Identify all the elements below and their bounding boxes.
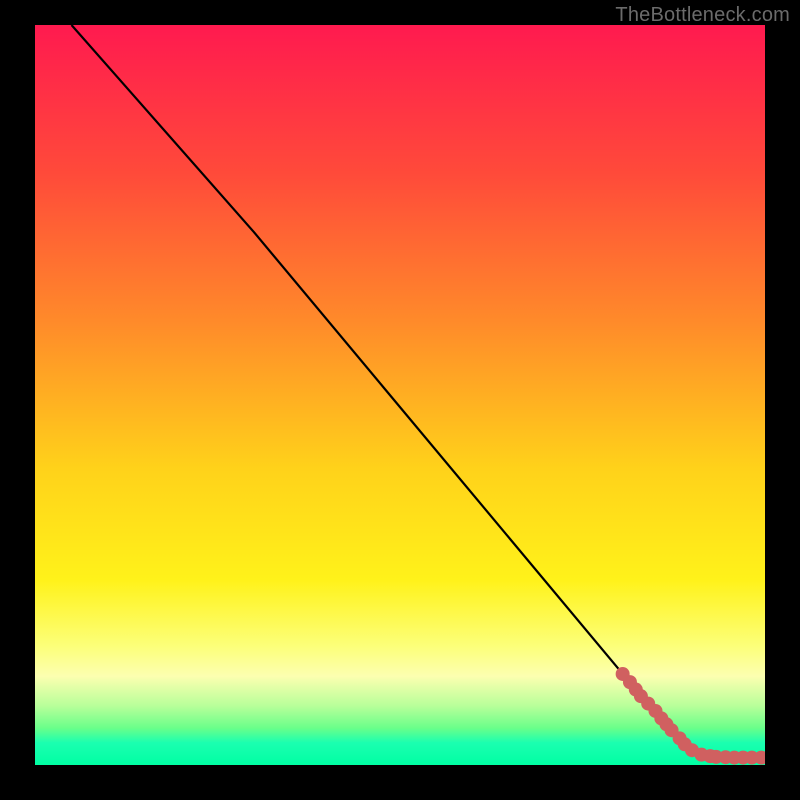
chart-canvas: TheBottleneck.com xyxy=(0,0,800,800)
watermark-text: TheBottleneck.com xyxy=(615,4,790,27)
line-series xyxy=(72,25,766,758)
plot-area xyxy=(35,25,765,765)
curve-path xyxy=(72,25,766,758)
data-layer-svg xyxy=(35,25,765,765)
scatter-series xyxy=(616,667,765,765)
